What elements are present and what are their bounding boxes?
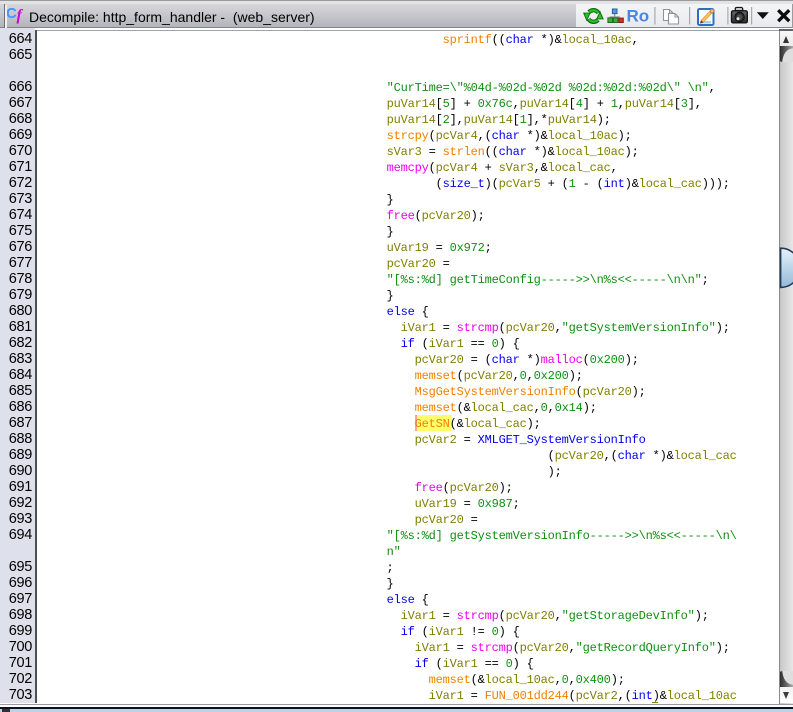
svg-text:Ro: Ro <box>627 7 650 26</box>
